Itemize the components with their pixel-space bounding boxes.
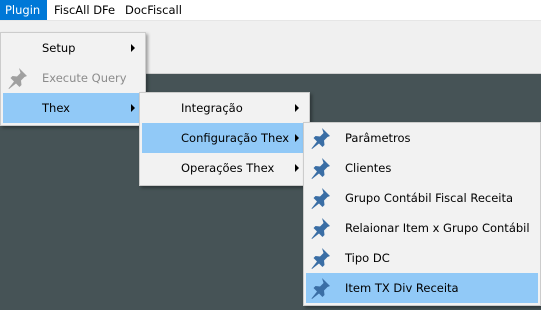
submenu-arrow-icon (295, 134, 299, 142)
menu-item-label: Configuração Thex (181, 131, 290, 145)
pin-icon (308, 246, 332, 270)
submenu-arrow-icon (295, 164, 299, 172)
menu-item-thex[interactable]: Thex (3, 93, 143, 123)
menu-item-configuracao-thex[interactable]: Configuração Thex (142, 123, 307, 153)
menu-item-item-tx-div-receita[interactable]: Item TX Div Receita (306, 273, 538, 303)
submenu-arrow-icon (131, 104, 135, 112)
menu-item-label: Grupo Contábil Fiscal Receita (345, 191, 514, 205)
menu-bar: Plugin FiscAll DFe DocFiscall (0, 0, 541, 21)
menu-item-label: Parâmetros (345, 131, 411, 145)
submenu-arrow-icon (131, 44, 135, 52)
menu-plugin[interactable]: Plugin (0, 0, 47, 20)
menu-item-label: Thex (42, 101, 70, 115)
pin-icon (308, 186, 332, 210)
menu-item-label: Clientes (345, 161, 392, 175)
pin-icon (308, 216, 332, 240)
menu-item-clientes[interactable]: Clientes (306, 153, 538, 183)
menu-item-relacionar-item-grupo[interactable]: Relaionar Item x Grupo Contábil (306, 213, 538, 243)
menu-item-setup[interactable]: Setup (3, 33, 143, 63)
menu-item-integracao[interactable]: Integração (142, 93, 307, 123)
menu-item-label: Item TX Div Receita (345, 281, 459, 295)
pin-icon (308, 276, 332, 300)
pin-icon (308, 156, 332, 180)
menu-item-label: Relaionar Item x Grupo Contábil (345, 221, 530, 235)
pin-icon (5, 66, 29, 90)
menu-item-label: Operações Thex (181, 161, 275, 175)
menu-item-operacoes-thex[interactable]: Operações Thex (142, 153, 307, 183)
pin-icon (308, 126, 332, 150)
menu-item-parametros[interactable]: Parâmetros (306, 123, 538, 153)
menu-item-execute-query[interactable]: Execute Query (3, 63, 143, 93)
menu-docfiscall[interactable]: DocFiscall (120, 0, 187, 20)
configuracao-thex-submenu: Parâmetros Clientes Grupo Contábil Fisca… (303, 122, 541, 306)
thex-submenu: Integração Configuração Thex Operações T… (139, 92, 310, 186)
plugin-menu: Setup Execute Query Thex (0, 32, 146, 126)
menu-item-label: Setup (42, 41, 76, 55)
menu-item-label: Integração (181, 101, 243, 115)
menu-item-grupo-contabil-fiscal-receita[interactable]: Grupo Contábil Fiscal Receita (306, 183, 538, 213)
submenu-arrow-icon (295, 104, 299, 112)
menu-item-label: Tipo DC (345, 251, 390, 265)
menu-item-tipo-dc[interactable]: Tipo DC (306, 243, 538, 273)
menu-item-label: Execute Query (42, 71, 127, 85)
menu-fiscall-dfe[interactable]: FiscAll DFe (49, 0, 120, 20)
